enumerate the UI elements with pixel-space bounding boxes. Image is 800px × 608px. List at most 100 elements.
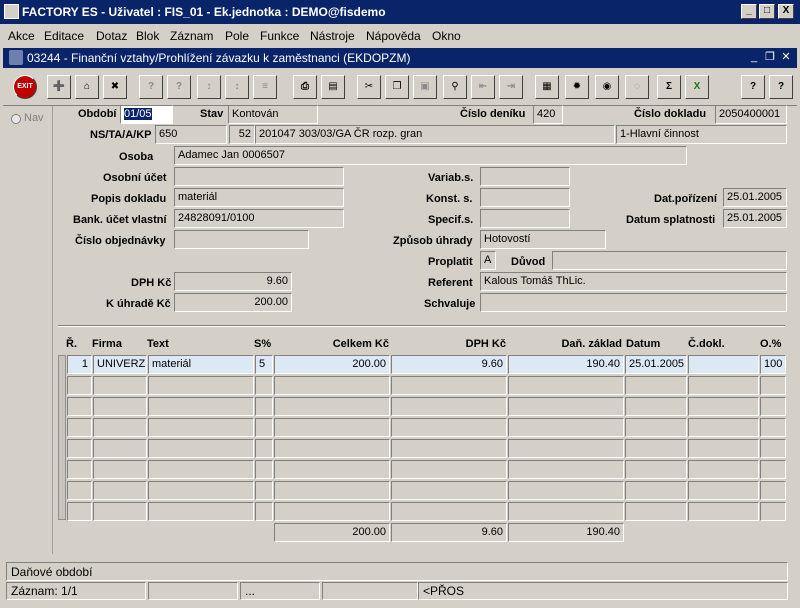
- empty-cell[interactable]: [274, 376, 390, 395]
- sum-icon[interactable]: Σ: [657, 75, 681, 99]
- empty-cell[interactable]: [148, 397, 254, 416]
- menu-funkce[interactable]: Funkce: [260, 29, 299, 43]
- copy-icon[interactable]: ❐: [385, 75, 409, 99]
- empty-cell[interactable]: [688, 418, 759, 437]
- empty-cell[interactable]: [148, 481, 254, 500]
- empty-cell[interactable]: [391, 460, 507, 479]
- empty-cell[interactable]: [391, 418, 507, 437]
- menu-akce[interactable]: Akce: [8, 29, 35, 43]
- empty-cell[interactable]: [508, 481, 624, 500]
- referent-field[interactable]: Kalous Tomáš ThLic.: [480, 272, 787, 291]
- schvaluje-field[interactable]: [480, 293, 787, 312]
- list-icon[interactable]: ≡: [253, 75, 277, 99]
- empty-cell[interactable]: [625, 418, 687, 437]
- empty-cell[interactable]: [688, 376, 759, 395]
- empty-cell[interactable]: [255, 460, 273, 479]
- empty-cell[interactable]: [760, 460, 786, 479]
- empty-cell[interactable]: [508, 502, 624, 521]
- empty-cell[interactable]: [255, 376, 273, 395]
- empty-cell[interactable]: [274, 502, 390, 521]
- a-field[interactable]: 201047 303/03/GA ČR rozp. gran: [255, 125, 615, 144]
- empty-cell[interactable]: [508, 439, 624, 458]
- zoom-icon[interactable]: ⚲: [443, 75, 467, 99]
- empty-cell[interactable]: [67, 376, 92, 395]
- empty-cell[interactable]: [93, 502, 147, 521]
- empty-cell[interactable]: [255, 418, 273, 437]
- query-icon[interactable]: ?: [139, 75, 163, 99]
- menu-zaznam[interactable]: Záznam: [170, 29, 213, 43]
- child-minimize-button[interactable]: _: [747, 51, 761, 65]
- empty-cell[interactable]: [760, 397, 786, 416]
- specif-field[interactable]: [480, 209, 570, 228]
- empty-cell[interactable]: [148, 502, 254, 521]
- dat-porizeni-field[interactable]: 25.01.2005: [723, 188, 787, 207]
- empty-cell[interactable]: [760, 439, 786, 458]
- empty-cell[interactable]: [93, 418, 147, 437]
- cell-r[interactable]: 1: [67, 355, 92, 374]
- datum-splatnosti-field[interactable]: 25.01.2005: [723, 209, 787, 228]
- bank-ucet-field[interactable]: 24828091/0100: [174, 209, 344, 228]
- cislo-deniku-field[interactable]: 420: [533, 105, 563, 124]
- menu-napoveda[interactable]: Nápověda: [366, 29, 421, 43]
- stav-field[interactable]: Kontován: [228, 105, 318, 124]
- child-close-button[interactable]: ✕: [779, 51, 793, 65]
- empty-cell[interactable]: [688, 397, 759, 416]
- obdobi-field[interactable]: 01/05: [120, 105, 173, 124]
- empty-cell[interactable]: [760, 376, 786, 395]
- empty-cell[interactable]: [255, 481, 273, 500]
- empty-cell[interactable]: [760, 481, 786, 500]
- delete-record-icon[interactable]: ✖: [103, 75, 127, 99]
- empty-cell[interactable]: [93, 439, 147, 458]
- empty-cell[interactable]: [274, 439, 390, 458]
- cell-cdokl[interactable]: [688, 355, 759, 374]
- cell-o[interactable]: 100: [760, 355, 786, 374]
- empty-cell[interactable]: [274, 481, 390, 500]
- popis-field[interactable]: materiál: [174, 188, 344, 207]
- empty-cell[interactable]: [688, 481, 759, 500]
- empty-cell[interactable]: [93, 460, 147, 479]
- empty-cell[interactable]: [391, 397, 507, 416]
- empty-cell[interactable]: [148, 439, 254, 458]
- empty-cell[interactable]: [274, 418, 390, 437]
- minimize-button[interactable]: _: [741, 4, 757, 19]
- konst-field[interactable]: [480, 188, 570, 207]
- osobni-ucet-field[interactable]: [174, 167, 344, 186]
- empty-cell[interactable]: [255, 502, 273, 521]
- empty-cell[interactable]: [67, 502, 92, 521]
- exit-icon[interactable]: EXIT: [13, 75, 37, 99]
- child-restore-button[interactable]: ❐: [763, 51, 777, 65]
- close-button[interactable]: X: [778, 4, 794, 19]
- empty-cell[interactable]: [508, 460, 624, 479]
- first-icon[interactable]: ⇤: [471, 75, 495, 99]
- ns-field[interactable]: 650: [155, 125, 227, 144]
- context-help-icon[interactable]: ?: [769, 75, 793, 99]
- empty-cell[interactable]: [391, 376, 507, 395]
- empty-cell[interactable]: [688, 439, 759, 458]
- empty-cell[interactable]: [67, 418, 92, 437]
- proplatit-field[interactable]: A: [480, 251, 496, 270]
- empty-cell[interactable]: [625, 502, 687, 521]
- kp-field[interactable]: 1-Hlavní činnost: [616, 125, 787, 144]
- paste-icon[interactable]: ▣: [413, 75, 437, 99]
- save-record-icon[interactable]: ⌂: [75, 75, 99, 99]
- empty-cell[interactable]: [760, 418, 786, 437]
- cell-dph[interactable]: 9.60: [391, 355, 507, 374]
- empty-cell[interactable]: [508, 397, 624, 416]
- maximize-button[interactable]: □: [759, 4, 775, 19]
- menu-dotaz[interactable]: Dotaz: [96, 29, 127, 43]
- empty-cell[interactable]: [67, 460, 92, 479]
- empty-cell[interactable]: [391, 439, 507, 458]
- empty-cell[interactable]: [148, 460, 254, 479]
- help-icon[interactable]: ?: [741, 75, 765, 99]
- sort-desc-icon[interactable]: ↕: [225, 75, 249, 99]
- empty-cell[interactable]: [391, 502, 507, 521]
- calendar-icon[interactable]: ◌: [625, 75, 649, 99]
- empty-cell[interactable]: [274, 460, 390, 479]
- nav-radio[interactable]: [11, 114, 21, 124]
- variab-field[interactable]: [480, 167, 570, 186]
- execute-query-icon[interactable]: ?: [167, 75, 191, 99]
- empty-cell[interactable]: [67, 397, 92, 416]
- menu-okno[interactable]: Okno: [432, 29, 461, 43]
- empty-cell[interactable]: [255, 397, 273, 416]
- grid-scrollbar[interactable]: [58, 355, 66, 520]
